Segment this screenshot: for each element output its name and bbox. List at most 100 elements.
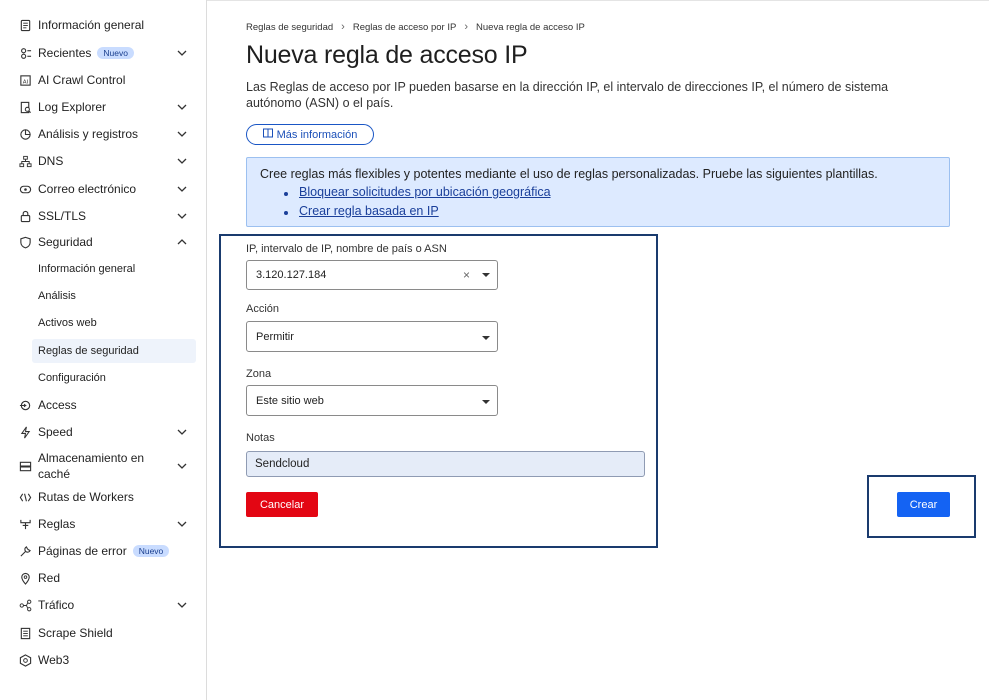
notes-field-label: Notas [246,432,275,444]
clear-icon[interactable]: × [463,268,470,282]
cancel-button[interactable]: Cancelar [246,492,318,517]
chevron-down-icon[interactable] [176,155,188,167]
sidebar-item-label: Información general [38,18,145,32]
sidebar-item-caching[interactable]: Almacenamiento en caché [18,450,196,482]
template-link-geo-block[interactable]: Bloquear solicitudes por ubicación geogr… [299,185,551,199]
zone-field-label: Zona [246,368,272,380]
breadcrumb-separator-icon: › [341,21,345,33]
sidebar-subitem-overview[interactable]: Información general [38,263,135,275]
sidebar-subitem-settings[interactable]: Configuración [38,372,106,384]
breadcrumb-separator-icon: › [464,21,469,33]
chevron-down-icon[interactable] [176,128,188,140]
action-select-value: Permitir [256,330,294,343]
ip-field-label: IP, intervalo de IP, nombre de país o AS… [246,243,447,255]
chevron-down-icon[interactable] [176,518,188,530]
sidebar-subitem-security-rules[interactable]: Reglas de seguridad [38,345,139,357]
sidebar-item-label: Speed [38,425,73,439]
sidebar-item-dns[interactable]: DNS [18,154,196,168]
sidebar-item-label-line2: caché [38,467,71,481]
sidebar-item-label: DNS [38,154,64,168]
sidebar-item-workers-routes[interactable]: Rutas de Workers [18,490,196,504]
page-title: Nueva regla de acceso IP [246,41,528,69]
workers-icon [18,490,32,504]
sidebar-item-label: Correo electrónico [38,182,137,196]
breadcrumb: Reglas de seguridad › Reglas de acceso p… [246,21,585,33]
bullet-icon [284,192,288,196]
sidebar-item-label: Recientes [38,46,92,60]
sidebar-item-network[interactable]: Red [18,571,196,585]
sidebar-item-label: Reglas [38,517,76,531]
sidebar-item-recent[interactable]: Recientes Nuevo [18,46,196,60]
info-banner: Cree reglas más flexibles y potentes med… [246,157,950,227]
notes-input[interactable]: Sendcloud [246,451,645,477]
breadcrumb-current: Nueva regla de acceso IP [476,21,585,33]
shield-icon [18,235,32,249]
create-button[interactable]: Crear [897,492,950,517]
web3-icon [18,653,32,667]
sidebar-item-access[interactable]: Access [18,398,196,412]
ip-select-value: 3.120.127.184 [256,269,327,281]
sidebar-item-security[interactable]: Seguridad [18,235,196,249]
sidebar-item-ssl-tls[interactable]: SSL/TLS [18,209,196,223]
sidebar-item-label: Análisis y registros [38,127,139,141]
chevron-down-icon[interactable] [482,336,490,340]
ai-crawl-icon: AI [18,73,32,87]
sidebar-item-traffic[interactable]: Tráfico [18,598,196,612]
sidebar-item-label: Access [38,398,77,412]
sidebar-subitem-analytics[interactable]: Análisis [38,290,76,302]
action-select[interactable]: Permitir [246,321,498,352]
sidebar-item-log-explorer[interactable]: Log Explorer [18,100,196,114]
new-badge: Nuevo [97,47,134,59]
traffic-icon [18,598,32,612]
chevron-down-icon[interactable] [176,210,188,222]
more-info-label: Más información [276,128,358,141]
chevron-down-icon[interactable] [482,273,490,277]
rules-icon [18,517,32,531]
chevron-down-icon[interactable] [482,400,490,404]
sidebar-item-label: AI Crawl Control [38,73,126,87]
sidebar-item-error-pages[interactable]: Páginas de error Nuevo [18,544,196,558]
document-icon [18,18,32,32]
action-field-label: Acción [246,303,280,315]
dns-icon [18,154,32,168]
sidebar-item-web3[interactable]: Web3 [18,653,196,667]
sidebar-subitem-web-assets[interactable]: Activos web [38,317,97,329]
recent-icon [18,46,32,60]
svg-text:AI: AI [22,79,28,85]
sidebar-item-label: Tráfico [38,598,75,612]
new-badge: Nuevo [132,545,170,557]
email-icon [18,182,32,196]
more-info-button[interactable]: Más información [246,124,374,145]
sidebar-item-speed[interactable]: Speed [18,425,196,439]
sidebar-item-rules[interactable]: Reglas [18,517,196,531]
chevron-up-icon[interactable] [176,236,188,248]
sidebar-item-analytics[interactable]: Análisis y registros [18,127,196,141]
sidebar-item-label: SSL/TLS [38,209,87,223]
chevron-down-icon[interactable] [176,47,188,59]
template-link-ip-rule[interactable]: Crear regla basada en IP [299,204,439,218]
sidebar-item-label: Log Explorer [38,100,107,114]
zone-select[interactable]: Este sitio web [246,385,498,416]
sidebar-item-overview[interactable]: Información general [18,18,196,32]
sidebar-item-label: Web3 [38,653,70,667]
page-description: Las Reglas de acceso por IP pueden basar… [246,80,889,110]
zone-select-value: Este sitio web [256,394,324,407]
sidebar-item-email[interactable]: Correo electrónico [18,182,196,196]
analytics-icon [18,127,32,141]
chevron-down-icon[interactable] [176,599,188,611]
sidebar-item-label: Red [38,571,61,585]
ip-select[interactable]: 3.120.127.184 × [246,260,498,290]
chevron-down-icon[interactable] [176,101,188,113]
breadcrumb-ip-access-rules[interactable]: Reglas de acceso por IP [353,22,457,33]
chevron-down-icon[interactable] [176,460,188,472]
sidebar: Información general Recientes Nuevo AI A… [0,0,207,700]
sidebar-item-label: Páginas de error [38,544,127,558]
chevron-down-icon[interactable] [176,426,188,438]
sidebar-item-scrape-shield[interactable]: Scrape Shield [18,626,196,640]
sidebar-item-label: Rutas de Workers [38,490,134,504]
cache-icon [18,459,32,473]
breadcrumb-security-rules[interactable]: Reglas de seguridad [246,22,333,33]
chevron-down-icon[interactable] [176,183,188,195]
sidebar-item-ai-crawl[interactable]: AI AI Crawl Control [18,73,196,87]
info-banner-text: Cree reglas más flexibles y potentes med… [260,167,878,181]
